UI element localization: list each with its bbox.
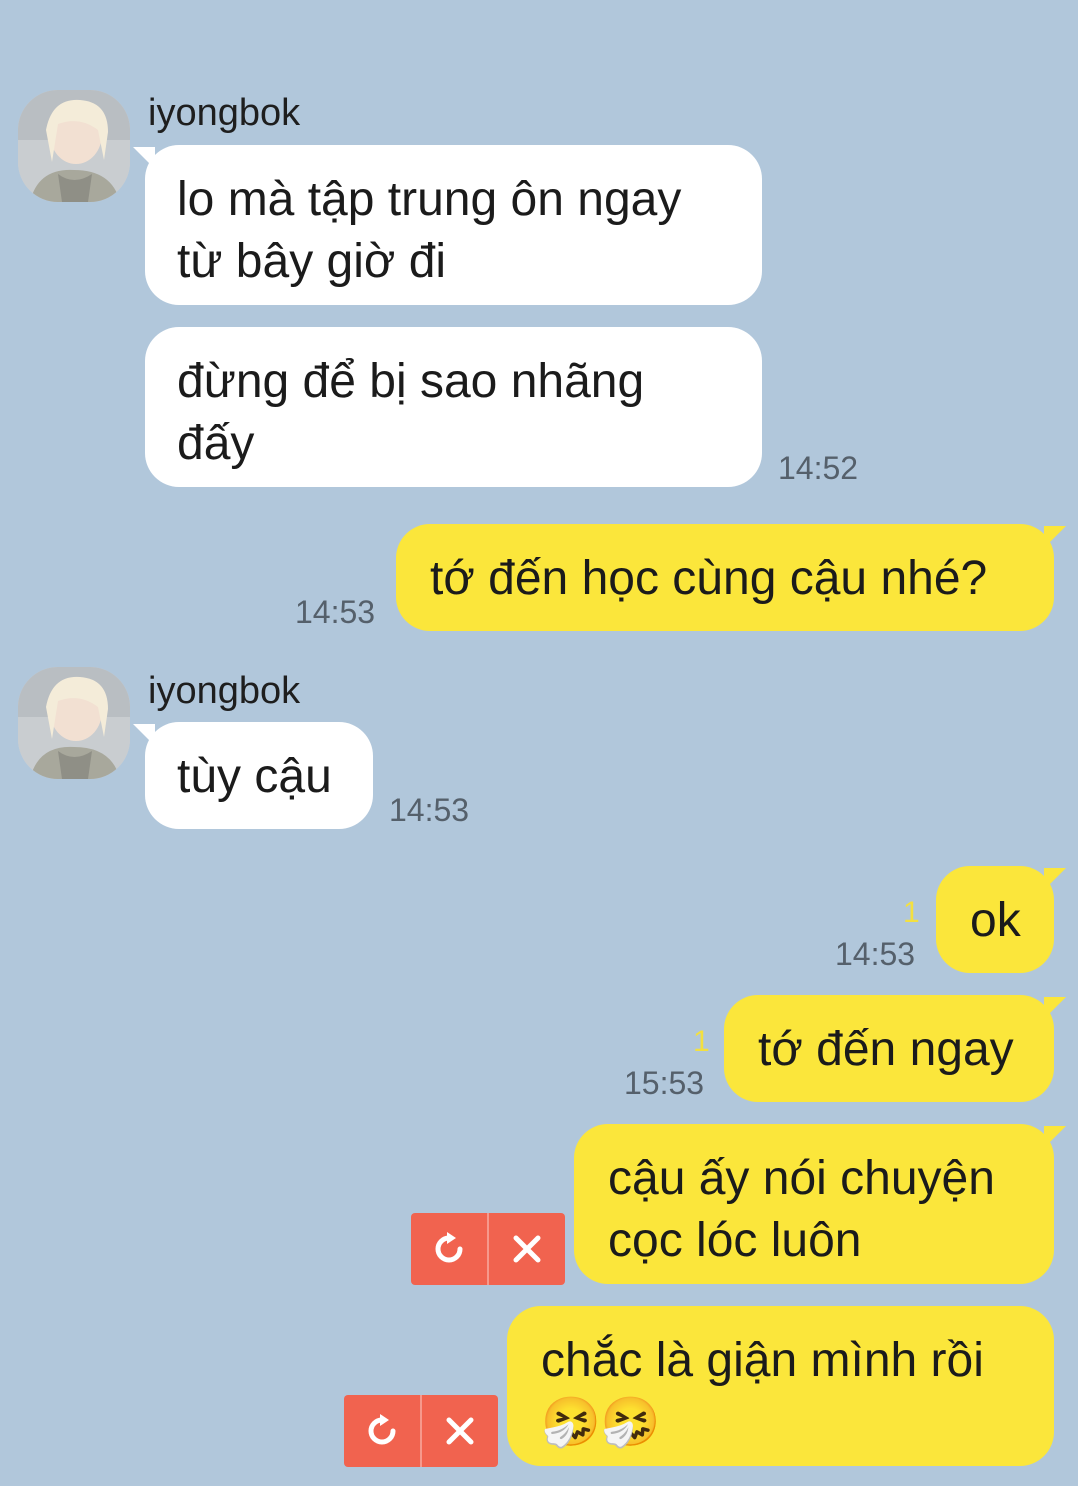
sender-name: iyongbok	[148, 670, 301, 712]
avatar-image	[18, 667, 130, 779]
message-time: 14:53	[389, 792, 470, 828]
message-time: 14:52	[778, 450, 859, 486]
close-icon	[446, 1417, 474, 1445]
unread-count: 1	[693, 1025, 710, 1058]
delete-button[interactable]	[422, 1395, 498, 1467]
message-text: cậu ấy nói chuyện	[608, 1152, 995, 1205]
retry-button[interactable]	[411, 1213, 489, 1285]
message-text: chắc là giận mình rồi	[541, 1334, 984, 1387]
avatar-image	[18, 90, 130, 202]
delete-button[interactable]	[489, 1213, 565, 1285]
message-bubble-outgoing[interactable]: ok	[936, 866, 1066, 973]
message-time: 15:53	[624, 1065, 705, 1101]
message-text: cọc lóc luôn	[608, 1214, 862, 1267]
sender-name: iyongbok	[148, 92, 301, 134]
contact-avatar[interactable]	[18, 667, 130, 779]
unread-count: 1	[903, 896, 920, 929]
close-icon	[513, 1235, 541, 1263]
message-bubble-incoming[interactable]: đừng để bị sao nhãng đấy	[145, 327, 762, 487]
message-time: 14:53	[295, 594, 376, 630]
message-text: từ bây giờ đi	[177, 235, 447, 288]
retry-icon	[368, 1414, 396, 1445]
message-bubble-outgoing[interactable]: tớ đến học cùng cậu nhé?	[396, 524, 1066, 631]
retry-button[interactable]	[344, 1395, 422, 1467]
message-emoji: 🤧🤧	[541, 1396, 661, 1449]
message-text: tùy cậu	[177, 750, 332, 803]
message-text: tớ đến học cùng cậu nhé?	[430, 552, 988, 605]
message-text: đừng để bị sao nhãng	[177, 355, 645, 408]
message-text: lo mà tập trung ôn ngay	[177, 173, 682, 226]
failed-message-actions	[411, 1213, 565, 1285]
message-text: đấy	[177, 417, 255, 470]
message-time: 14:53	[835, 936, 916, 972]
retry-icon	[435, 1232, 463, 1263]
message-bubble-outgoing[interactable]: chắc là giận mình rồi 🤧🤧	[507, 1306, 1054, 1466]
contact-avatar[interactable]	[18, 90, 130, 202]
message-bubble-incoming[interactable]: tùy cậu	[133, 722, 373, 829]
message-bubble-outgoing[interactable]: tớ đến ngay	[724, 995, 1066, 1102]
message-bubble-outgoing[interactable]: cậu ấy nói chuyện cọc lóc luôn	[574, 1124, 1066, 1284]
message-bubble-incoming[interactable]: lo mà tập trung ôn ngay từ bây giờ đi	[133, 145, 762, 305]
message-text: tớ đến ngay	[758, 1023, 1014, 1076]
failed-message-actions	[344, 1395, 498, 1467]
message-text: ok	[970, 894, 1021, 947]
